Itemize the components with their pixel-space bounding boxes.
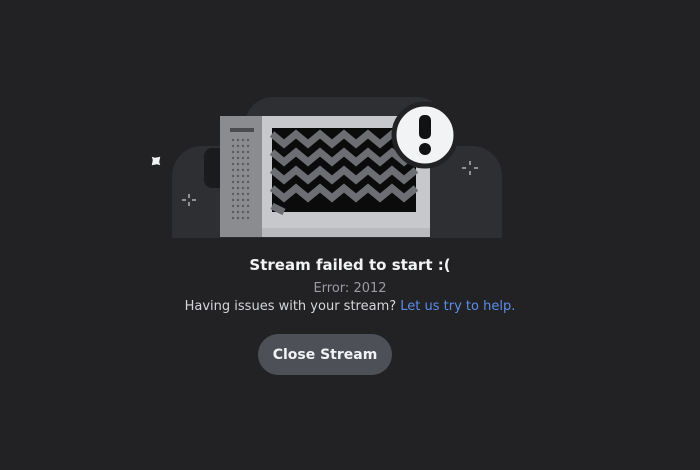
sparkle-icon	[151, 156, 161, 166]
error-title: Stream failed to start :(	[249, 256, 451, 274]
close-stream-button[interactable]: Close Stream	[258, 334, 392, 375]
exclamation-icon	[391, 101, 459, 169]
broken-stream-illustration	[151, 97, 502, 238]
stream-error-screen: Stream failed to start :( Error: 2012 Ha…	[0, 0, 700, 470]
help-text: Having issues with your stream?	[184, 299, 397, 314]
help-line: Having issues with your stream? Let us t…	[0, 297, 700, 317]
error-code: Error: 2012	[313, 281, 387, 296]
help-link[interactable]: Let us try to help.	[400, 299, 515, 314]
